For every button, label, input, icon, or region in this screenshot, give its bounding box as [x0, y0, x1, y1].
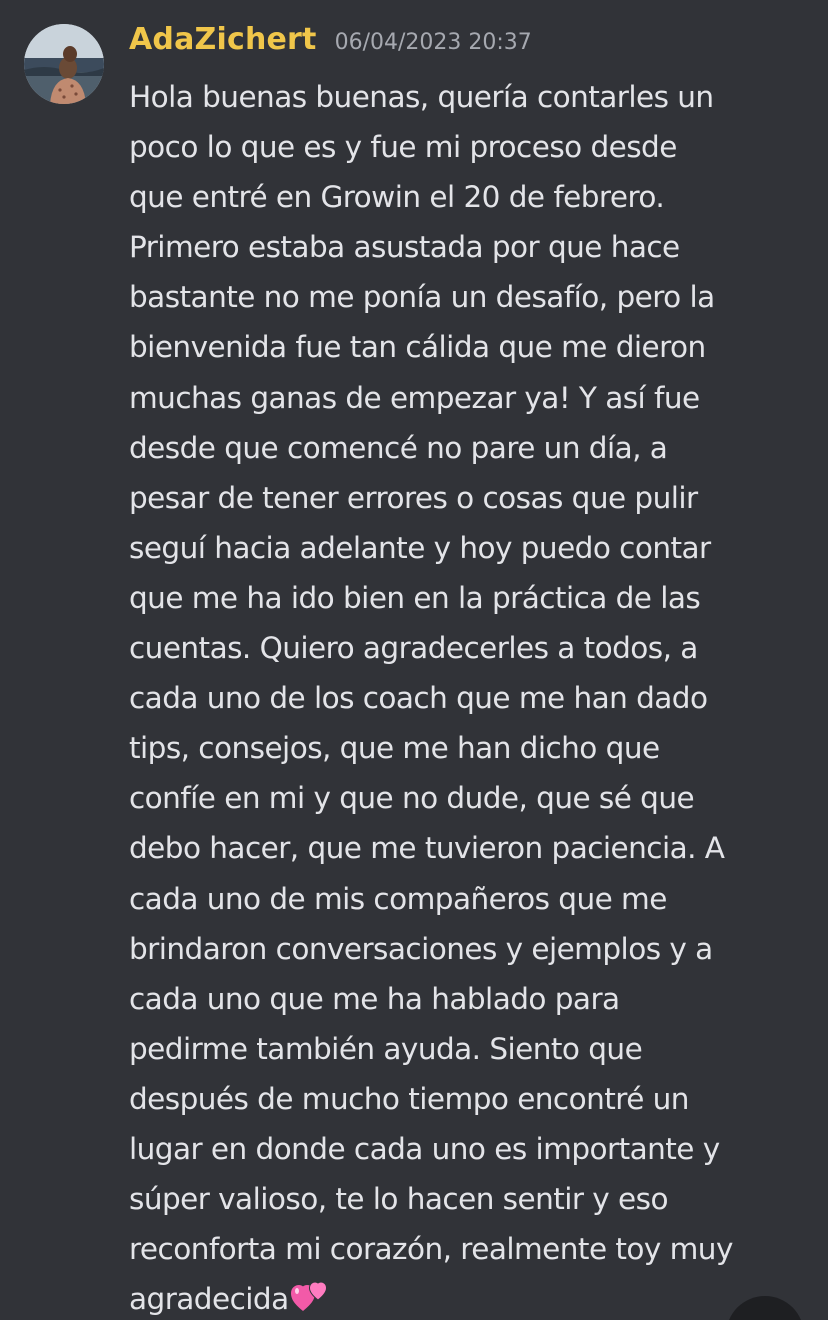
message-line: seguí hacia adelante y hoy puedo contar [129, 530, 711, 565]
avatar-photo [24, 24, 104, 104]
message-line: pesar de tener errores o cosas que pulir [129, 480, 698, 515]
message-line-last: agradecida [129, 1274, 801, 1320]
message-line: súper valioso, te lo hacen sentir y eso [129, 1182, 669, 1217]
message-line: cada uno de los coach que me han dado [129, 681, 708, 716]
avatar[interactable] [24, 24, 104, 104]
chat-message: AdaZichert 06/04/2023 20:37 Hola buenas … [0, 0, 828, 1320]
message-line: brindaron conversaciones y ejemplos y a [129, 931, 713, 966]
message-line: confíe en mi y que no dude, que sé que [129, 781, 695, 816]
message-line: lugar en donde cada uno es importante y [129, 1131, 720, 1166]
message-line: debo hacer, que me tuvieron paciencia. A [129, 831, 725, 866]
message-line: reconforta mi corazón, realmente toy muy [129, 1232, 733, 1267]
message-line: Primero estaba asustada por que hace [129, 230, 680, 265]
message-line: desde que comencé no pare un día, a [129, 430, 668, 465]
timestamp: 06/04/2023 20:37 [334, 30, 532, 55]
message-header: AdaZichert 06/04/2023 20:37 [129, 22, 532, 66]
message-line: pedirme también ayuda. Siento que [129, 1031, 643, 1066]
message-line: que me ha ido bien en la práctica de las [129, 580, 701, 615]
message-line: cuentas. Quiero agradecerles a todos, a [129, 631, 698, 666]
two-hearts-icon [290, 1278, 329, 1320]
message-line: cada uno que me ha hablado para [129, 981, 620, 1016]
message-line: bastante no me ponía un desafío, pero la [129, 280, 715, 315]
message-line: muchas ganas de empezar ya! Y así fue [129, 380, 700, 415]
message-line: Hola buenas buenas, quería contarles un [129, 80, 714, 114]
message-line: después de mucho tiempo encontré un [129, 1081, 689, 1116]
message-line: que entré en Growin el 20 de febrero. [129, 180, 665, 215]
message-content: Hola buenas buenas, quería contarles un … [129, 72, 801, 1320]
message-line: cada uno de mis compañeros que me [129, 881, 667, 916]
message-line: bienvenida fue tan cálida que me dieron [129, 330, 706, 365]
message-line: tips, consejos, que me han dicho que [129, 731, 660, 766]
username[interactable]: AdaZichert [129, 22, 317, 57]
message-line: poco lo que es y fue mi proceso desde [129, 130, 677, 165]
message-line-text: agradecida [129, 1282, 289, 1317]
